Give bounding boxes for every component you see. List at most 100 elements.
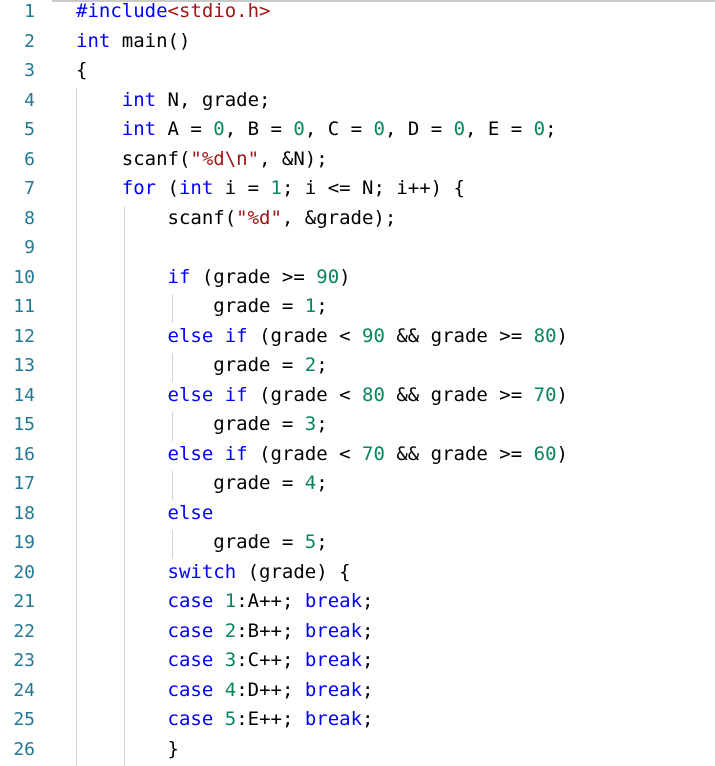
code-token: , &N);	[259, 147, 328, 170]
line-number: 9	[24, 237, 35, 258]
code-line[interactable]: else if (grade < 90 && grade >= 80)	[76, 322, 568, 352]
code-token: 70	[533, 383, 557, 406]
code-token: ;	[362, 649, 374, 671]
code-token: case	[167, 678, 214, 701]
code-token: <stdio.h>	[167, 0, 271, 22]
indent-guide-if-4	[172, 471, 173, 500]
code-line[interactable]: grade = 1;	[76, 292, 328, 322]
code-token: #include	[76, 0, 168, 22]
indent-guide-if-1	[172, 294, 173, 323]
code-line[interactable]: grade = 5;	[76, 528, 328, 558]
code-line[interactable]: for (int i = 1; i <= N; i++) {	[76, 174, 465, 204]
line-number: 19	[13, 532, 35, 553]
code-token: , D =	[384, 118, 454, 140]
code-token: 80	[533, 324, 557, 347]
code-line[interactable]: case 2:B++; break;	[76, 617, 374, 647]
code-token: }	[76, 737, 179, 760]
line-number: 4	[24, 89, 35, 111]
code-token: 90	[362, 324, 385, 347]
code-line[interactable]: if (grade >= 90)	[76, 263, 351, 293]
code-token: :A++;	[236, 590, 305, 612]
indent-guide-if-3	[172, 412, 173, 441]
code-token: ;	[362, 590, 374, 612]
code-line[interactable]: else if (grade < 70 && grade >= 60)	[76, 440, 568, 470]
code-line[interactable]: case 5:E++; break;	[76, 705, 374, 735]
code-token: case	[167, 619, 214, 642]
line-number: 1	[24, 1, 35, 22]
code-line[interactable]: grade = 4;	[76, 469, 327, 499]
code-editor[interactable]: 1 2 3 4 5 6 7 8 9 10 11 12 13 14 15 16 17 18 19 20 21 22 23 24 2…	[0, 0, 715, 766]
code-token: (grade) {	[236, 560, 351, 583]
code-token: ;	[316, 295, 328, 317]
code-line[interactable]: #include<stdio.h>	[76, 0, 270, 27]
line-number: 8	[24, 207, 35, 229]
code-token: grade =	[76, 354, 305, 376]
code-token: && grade >=	[384, 383, 534, 406]
code-token: int	[178, 177, 214, 199]
code-line[interactable]: int N, grade;	[76, 86, 271, 116]
code-token: && grade >=	[384, 442, 534, 465]
code-token: scanf(	[76, 147, 191, 170]
code-token: 1	[304, 295, 317, 317]
code-token: A =	[156, 118, 214, 140]
indent-guide-for	[124, 206, 125, 766]
code-token: case	[167, 708, 214, 730]
code-token: if	[224, 324, 248, 347]
code-token: && grade >=	[384, 324, 534, 347]
code-line[interactable]: grade = 2;	[76, 351, 328, 381]
code-token: grade =	[76, 531, 305, 553]
line-number: 14	[13, 384, 35, 406]
code-token: , C =	[304, 118, 374, 140]
code-token: if	[167, 265, 191, 288]
code-token: ;	[316, 531, 328, 553]
code-token: i =	[213, 177, 271, 199]
code-token: )	[556, 442, 568, 465]
code-line[interactable]: scanf("%d\n", &N);	[76, 145, 328, 175]
line-number: 17	[13, 473, 35, 494]
code-token: 5	[304, 531, 317, 553]
code-line[interactable]: int A = 0, B = 0, C = 0, D = 0, E = 0;	[76, 115, 557, 145]
code-token: 60	[533, 442, 557, 465]
code-token: ;	[316, 354, 328, 376]
code-token: "%d\n"	[190, 147, 260, 170]
code-token: (grade <	[247, 383, 363, 406]
code-token: 1	[224, 590, 237, 612]
code-token: ;	[316, 413, 328, 435]
code-token: 0	[373, 118, 385, 140]
line-number: 18	[13, 502, 35, 524]
code-token: else	[167, 324, 214, 347]
code-line[interactable]: int main()	[76, 27, 190, 57]
indent-guide-else	[172, 530, 173, 559]
code-line[interactable]: {	[76, 56, 87, 86]
code-token: 2	[224, 619, 237, 642]
code-token: case	[167, 590, 214, 612]
code-line[interactable]: grade = 3;	[76, 410, 328, 440]
code-token: ;	[362, 619, 374, 642]
code-line[interactable]: switch (grade) {	[76, 558, 351, 588]
line-number: 7	[24, 178, 35, 199]
line-number: 24	[13, 679, 35, 701]
code-line[interactable]: case 1:A++; break;	[76, 587, 374, 617]
code-token: break	[304, 708, 363, 730]
code-token: int	[121, 88, 157, 111]
code-token: 4	[304, 472, 317, 494]
code-token: {	[76, 59, 88, 81]
code-line[interactable]: }	[76, 735, 179, 765]
code-token: int	[76, 29, 111, 52]
line-number: 16	[13, 443, 35, 465]
code-line[interactable]: else	[76, 499, 214, 529]
code-line[interactable]: case 3:C++; break;	[76, 646, 374, 676]
line-number: 25	[13, 709, 35, 730]
code-token: "%d"	[236, 206, 282, 229]
code-line[interactable]: else if (grade < 80 && grade >= 70)	[76, 381, 568, 411]
code-line[interactable]: case 4:D++; break;	[76, 676, 374, 706]
code-token: 3	[224, 649, 237, 671]
